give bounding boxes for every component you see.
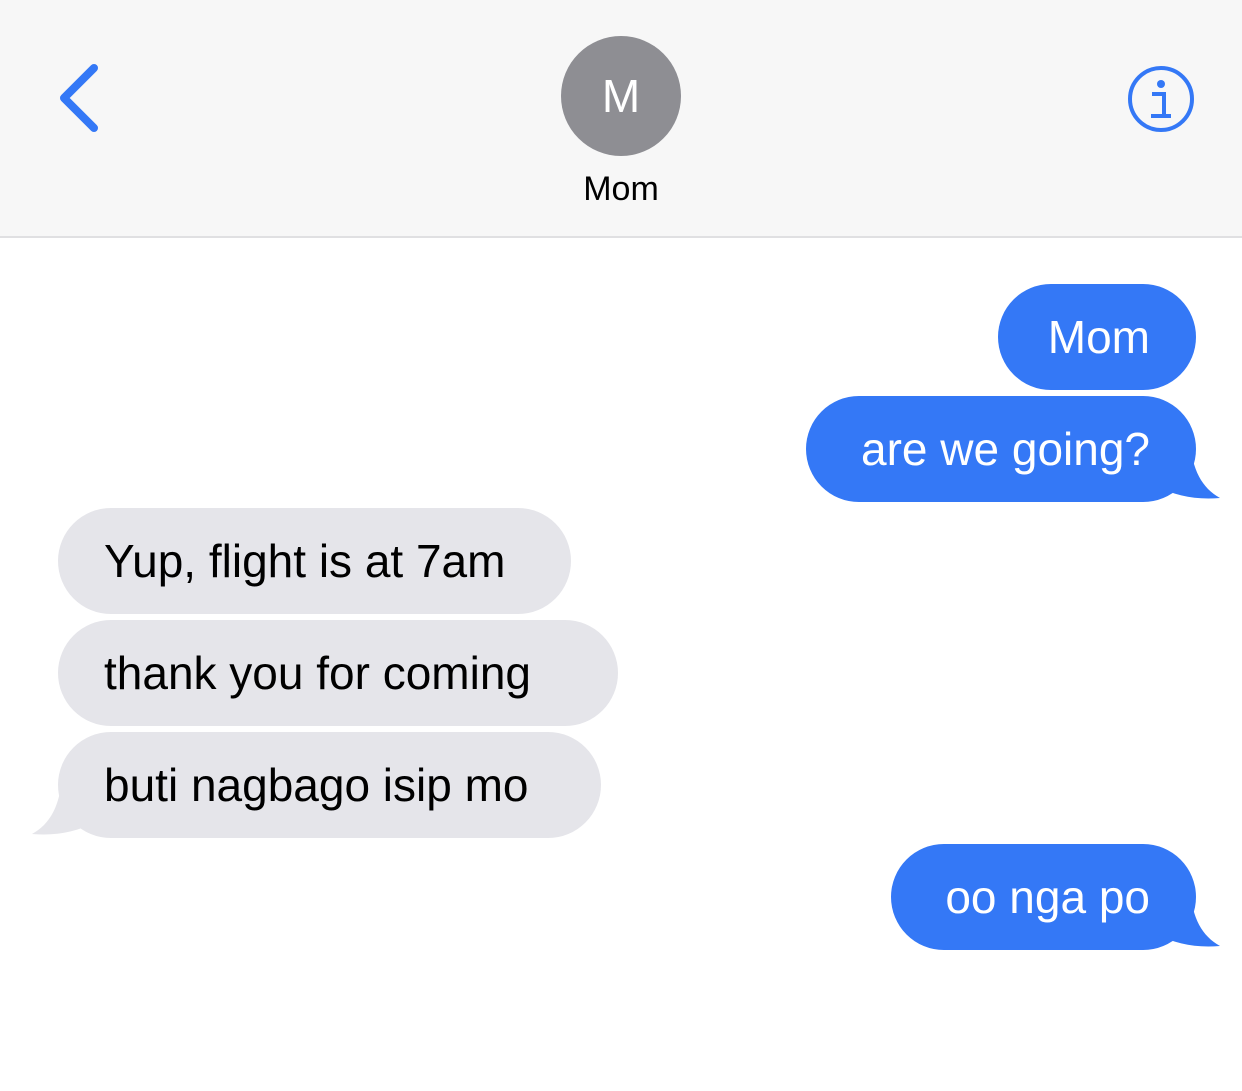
message-text: Yup, flight is at 7am <box>104 535 506 587</box>
received-message-bubble[interactable]: Yup, flight is at 7am <box>58 508 571 614</box>
sent-message-bubble[interactable]: are we going? <box>806 396 1196 502</box>
message-text: oo nga po <box>945 871 1150 923</box>
sent-message-bubble[interactable]: Mom <box>998 284 1196 390</box>
message-text: thank you for coming <box>104 647 532 699</box>
contact-avatar[interactable]: M <box>561 36 681 156</box>
message-text: buti nagbago isip mo <box>104 759 529 811</box>
received-message-bubble[interactable]: buti nagbago isip mo <box>58 732 601 838</box>
chevron-left-icon <box>60 64 98 132</box>
message-text: Mom <box>1047 311 1150 363</box>
conversation-header: M Mom <box>0 0 1242 238</box>
received-bubble-tail <box>32 776 96 835</box>
sent-bubble-tail <box>1156 888 1220 947</box>
sent-bubble-tail <box>1156 440 1220 499</box>
info-button[interactable] <box>1126 64 1196 134</box>
info-circle-icon <box>1128 66 1194 132</box>
message-text: are we going? <box>861 423 1150 475</box>
back-button[interactable] <box>50 60 110 136</box>
message-thread: Mom are we going? Yup, flight is at 7am … <box>0 240 1242 1091</box>
avatar-initial: M <box>601 70 641 122</box>
contact-name[interactable]: Mom <box>471 170 771 214</box>
received-message-bubble[interactable]: thank you for coming <box>58 620 618 726</box>
